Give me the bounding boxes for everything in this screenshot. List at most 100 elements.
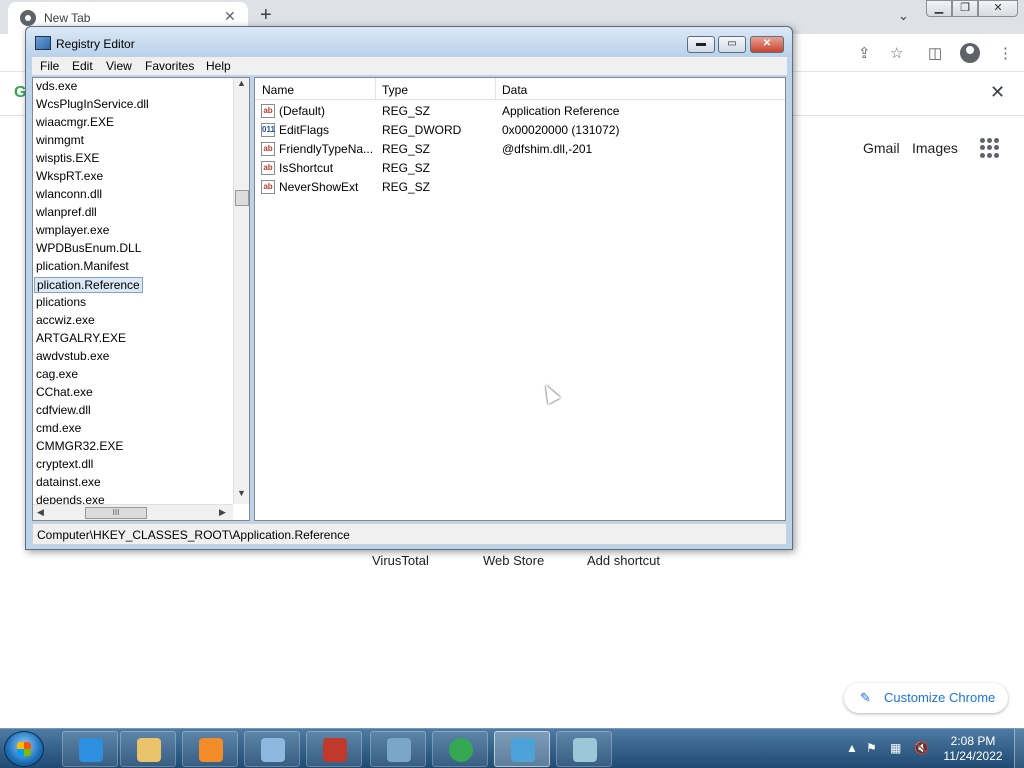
customize-chrome-label: Customize Chrome <box>884 690 996 705</box>
value-row[interactable]: ab FriendlyTypeNa... REG_SZ @dfshim.dll,-20… <box>255 140 785 159</box>
column-divider[interactable] <box>495 78 496 100</box>
shortcut-web-store[interactable]: Web Store <box>483 553 544 568</box>
menu-edit[interactable]: Edit <box>72 59 93 73</box>
tree-item[interactable]: wiaacmgr.EXE <box>36 115 114 131</box>
menu-help[interactable]: Help <box>206 59 231 73</box>
start-button[interactable] <box>4 731 44 767</box>
show-desktop-button[interactable] <box>1014 729 1024 768</box>
tray-expand-icon[interactable]: ▲ <box>846 741 858 755</box>
menu-file[interactable]: File <box>40 59 59 73</box>
regedit-maximize-button[interactable]: ▭ <box>718 36 746 53</box>
column-name[interactable]: Name <box>262 83 294 97</box>
regedit-close-button[interactable]: ✕ <box>750 36 784 53</box>
tree-item[interactable]: ARTGALRY.EXE <box>36 331 126 347</box>
taskbar-control-panel[interactable] <box>244 731 300 767</box>
column-data[interactable]: Data <box>502 83 527 97</box>
value-row[interactable]: ab (Default) REG_SZ Application Reference <box>255 102 785 121</box>
regedit-app-icon <box>35 36 51 50</box>
tree-vertical-scrollbar[interactable]: ▲ ▼ <box>233 78 249 504</box>
tree-item[interactable]: WPDBusEnum.DLL <box>36 241 141 257</box>
tree-item[interactable]: accwiz.exe <box>36 313 95 329</box>
taskbar-media-player[interactable] <box>182 731 238 767</box>
taskbar-toolbox[interactable] <box>306 731 362 767</box>
shortcut-add[interactable]: Add shortcut <box>587 553 660 568</box>
network-icon[interactable]: ▦ <box>890 741 901 755</box>
side-panel-icon[interactable]: ◫ <box>928 44 942 62</box>
gmail-link[interactable]: Gmail <box>863 140 900 156</box>
taskbar-file-explorer[interactable] <box>120 731 176 767</box>
tree-hscroll-thumb[interactable]: III <box>85 507 147 519</box>
tree-item[interactable]: wmplayer.exe <box>36 223 109 239</box>
regedit-minimize-button[interactable]: ▬ <box>687 36 715 53</box>
tree-item[interactable]: vds.exe <box>36 79 77 95</box>
chrome-maximize-button[interactable]: ❐ <box>952 0 978 17</box>
taskbar-picture-viewer[interactable] <box>370 731 426 767</box>
images-link[interactable]: Images <box>912 140 958 156</box>
profile-avatar-icon[interactable] <box>960 43 980 63</box>
tree-item[interactable]: datainst.exe <box>36 475 101 491</box>
clock-date: 11/24/2022 <box>943 749 1003 763</box>
value-name: IsShortcut <box>279 161 334 175</box>
value-row[interactable]: ab IsShortcut REG_SZ <box>255 159 785 178</box>
scroll-down-icon[interactable]: ▼ <box>237 488 246 498</box>
tree-item[interactable]: plication.Manifest <box>36 259 129 275</box>
action-center-flag-icon[interactable]: ⚑ <box>866 741 877 755</box>
taskbar-internet-explorer[interactable] <box>62 731 118 767</box>
value-name: (Default) <box>279 104 326 118</box>
tree-item[interactable]: CChat.exe <box>36 385 93 401</box>
tree-item[interactable]: WcsPlugInService.dll <box>36 97 149 113</box>
registry-values-pane[interactable]: Name Type Data ab (Default) REG_SZ Applicat… <box>254 77 786 521</box>
system-clock[interactable]: 2:08 PM 11/24/2022 <box>938 734 1008 764</box>
column-divider[interactable] <box>375 78 376 100</box>
infobar-close-icon[interactable]: ✕ <box>990 82 1005 103</box>
tree-item[interactable]: wlanconn.dll <box>36 187 102 203</box>
string-value-icon: ab <box>261 161 275 175</box>
media-player-icon <box>199 738 223 762</box>
scroll-left-icon[interactable]: ◀ <box>37 507 44 518</box>
customize-chrome-button[interactable]: ✎ Customize Chrome <box>844 683 1008 713</box>
volume-muted-icon[interactable]: 🔇 <box>914 741 929 755</box>
tree-item[interactable]: cmd.exe <box>36 421 81 437</box>
scroll-right-icon[interactable]: ▶ <box>219 507 226 518</box>
tree-horizontal-scrollbar[interactable]: ◀ III ▶ <box>33 504 233 520</box>
tree-item[interactable]: wisptis.EXE <box>36 151 99 167</box>
taskbar-registry-editor[interactable] <box>494 731 550 767</box>
menu-favorites[interactable]: Favorites <box>145 59 194 73</box>
picture-viewer-icon <box>387 738 411 762</box>
tree-item[interactable]: CMMGR32.EXE <box>36 439 123 455</box>
tab-search-icon[interactable]: ⌄ <box>898 8 909 24</box>
regedit-titlebar[interactable]: Registry Editor ▬ ▭ ✕ <box>26 27 792 57</box>
share-icon[interactable]: ⇪ <box>858 44 871 62</box>
registry-tree-pane[interactable]: depends.exe datainst.exe cryptext.dll CMMGR… <box>32 77 250 521</box>
tree-item[interactable]: cryptext.dll <box>36 457 93 473</box>
new-tab-button[interactable]: + <box>260 4 272 27</box>
clock-time: 2:08 PM <box>950 734 996 748</box>
value-row[interactable]: 011 EditFlags REG_DWORD 0x00020000 (131072) <box>255 121 785 140</box>
menu-view[interactable]: View <box>106 59 132 73</box>
tree-vscroll-thumb[interactable] <box>235 190 249 206</box>
scroll-up-icon[interactable]: ▲ <box>237 78 246 88</box>
tab-close-icon[interactable]: ✕ <box>224 8 236 25</box>
chrome-menu-icon[interactable]: ⋮ <box>998 44 1013 62</box>
tree-item[interactable]: winmgmt <box>36 133 84 149</box>
bookmark-star-icon[interactable]: ☆ <box>890 44 903 62</box>
value-type: REG_SZ <box>382 161 431 175</box>
control-panel-icon <box>261 738 285 762</box>
taskbar-chrome[interactable] <box>432 731 488 767</box>
tree-item[interactable]: awdvstub.exe <box>36 349 109 365</box>
tree-item[interactable]: wlanpref.dll <box>36 205 97 221</box>
chrome-icon <box>449 738 473 762</box>
tree-item[interactable]: plication.Reference <box>34 277 143 293</box>
taskbar-notepad[interactable] <box>556 731 612 767</box>
chrome-minimize-button[interactable]: ▁ <box>926 0 952 17</box>
google-apps-icon[interactable] <box>980 138 1000 158</box>
tree-item[interactable]: cdfview.dll <box>36 403 91 419</box>
column-type[interactable]: Type <box>382 83 408 97</box>
tree-item[interactable]: cag.exe <box>36 367 78 383</box>
shortcut-virustotal[interactable]: VirusTotal <box>372 553 429 568</box>
chrome-close-button[interactable]: ✕ <box>978 0 1018 17</box>
value-row[interactable]: ab NeverShowExt REG_SZ <box>255 178 785 197</box>
tree-item[interactable]: plications <box>36 295 86 311</box>
toolbox-icon <box>323 738 347 762</box>
tree-item[interactable]: WkspRT.exe <box>36 169 103 185</box>
